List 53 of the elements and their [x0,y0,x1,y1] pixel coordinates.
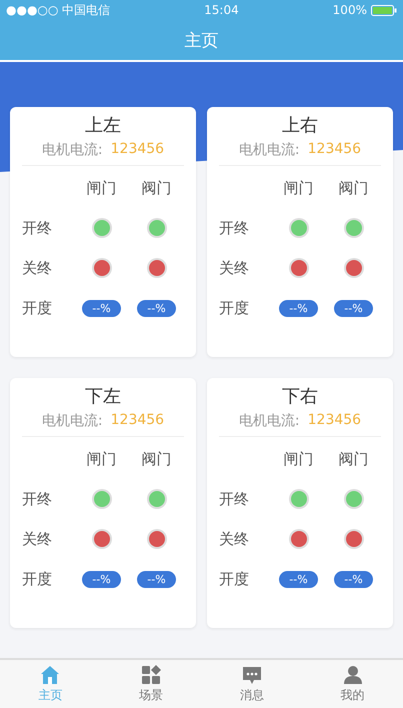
row-label: 开终 [22,218,52,238]
current-value: 123456 [308,412,362,430]
column-header: 闸门 [284,450,314,468]
clock-text: 15:04 [204,3,239,17]
row-label: 关终 [22,258,52,278]
column-header: 阀门 [142,178,172,198]
grid-icon [141,664,162,684]
battery-icon [370,4,397,16]
current-value: 123456 [110,412,164,430]
current-label: 电机电流: [238,412,300,430]
current-label: 电机电流: [42,141,103,159]
card-title: 下左 [85,385,121,408]
column-header: 阀门 [338,178,368,198]
tab-item[interactable]: 消息 [202,660,302,708]
opening-badge: --% [82,570,121,588]
row-label: 关终 [219,258,249,278]
home-icon [40,664,60,684]
opening-badge: --% [334,300,373,316]
opening-badge: --% [82,300,121,316]
current-value: 123456 [308,141,362,159]
row-label: 开终 [22,490,52,508]
opening-badge: --% [137,570,176,588]
chat-icon [242,664,262,684]
tab-item[interactable]: 主页 [0,660,101,708]
opening-badge: --% [279,300,318,316]
column-header: 阀门 [142,450,172,468]
row-label: 开终 [219,218,249,238]
opening-badge: --% [137,300,176,316]
column-header: 闸门 [86,178,116,198]
card-title: 上右 [282,114,318,137]
page-title: 主页 [184,30,218,52]
current-value: 123456 [110,141,164,159]
row-label: 关终 [22,530,52,548]
row-label: 开度 [22,298,52,318]
row-label: 关终 [219,530,249,548]
column-header: 闸门 [86,450,116,468]
row-label: 开终 [219,490,249,508]
row-label: 开度 [219,570,249,588]
row-label: 开度 [219,298,249,318]
card-title: 上左 [85,114,121,137]
person-icon [342,664,363,684]
opening-badge: --% [334,570,373,588]
current-label: 电机电流: [42,412,103,430]
column-header: 阀门 [338,450,368,468]
tab-item[interactable]: 场景 [100,660,202,708]
column-header: 闸门 [284,178,314,198]
current-label: 电机电流: [238,141,300,159]
opening-badge: --% [279,570,318,588]
row-label: 开度 [22,570,52,588]
carrier-text: ●●●○○ 中国电信 [6,2,110,18]
battery-percent: 100% [332,3,367,17]
card-title: 下右 [282,385,318,408]
tab-item[interactable]: 我的 [302,660,403,708]
